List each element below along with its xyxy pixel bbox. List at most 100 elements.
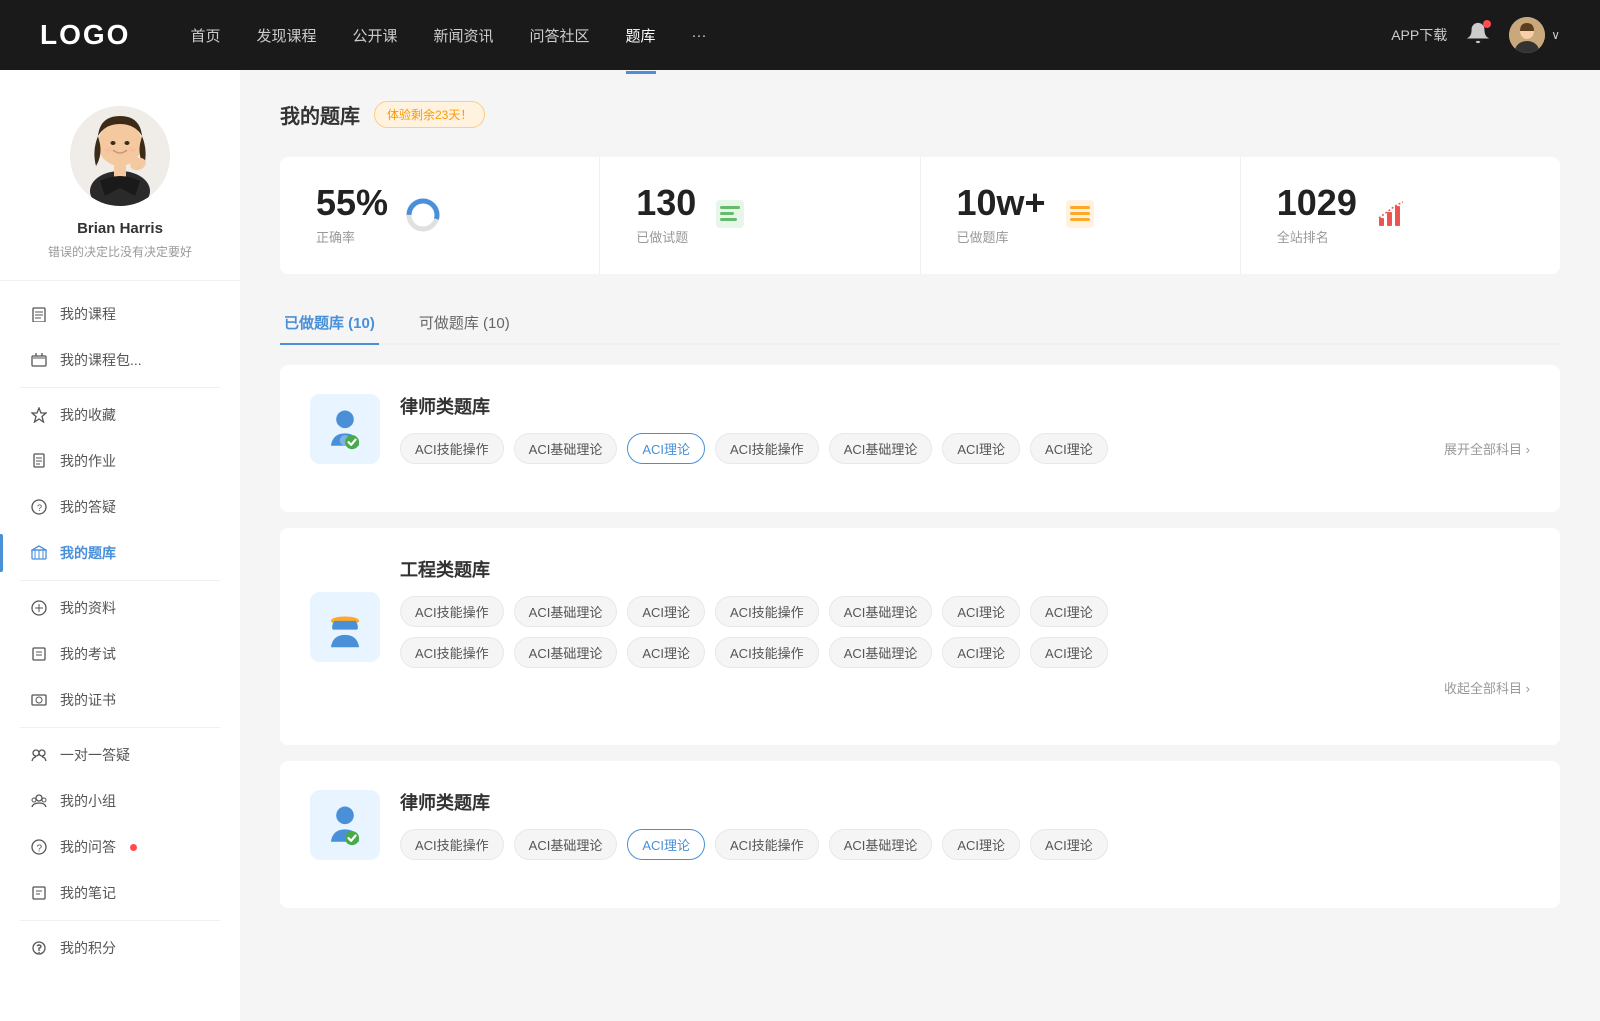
tag-2-r2-4[interactable]: ACI基础理论	[829, 637, 933, 668]
expand-link-1[interactable]: 展开全部科目 ›	[1444, 439, 1530, 458]
question-icon: ?	[30, 838, 48, 856]
tag-3-6[interactable]: ACI理论	[1030, 829, 1108, 860]
profile-bio: 错误的决定比没有决定要好	[48, 243, 192, 260]
nav-bank[interactable]: 题库	[626, 21, 656, 50]
tag-2-r2-1[interactable]: ACI基础理论	[514, 637, 618, 668]
page-header: 我的题库 体验剩余23天！	[280, 100, 1560, 129]
stat-correct-rate: 55% 正确率	[280, 157, 600, 274]
tag-1-5[interactable]: ACI理论	[942, 433, 1020, 464]
bank-section-lawyer-2: 律师类题库 ACI技能操作 ACI基础理论 ACI理论 ACI技能操作 ACI基…	[280, 761, 1560, 908]
user-avatar	[1509, 17, 1545, 53]
stat-done-q-label: 已做试题	[636, 227, 696, 246]
nav-discover[interactable]: 发现课程	[256, 21, 316, 50]
tag-1-1[interactable]: ACI基础理论	[514, 433, 618, 464]
menu-label-homework: 我的作业	[60, 451, 116, 471]
tag-1-3[interactable]: ACI技能操作	[715, 433, 819, 464]
menu-item-group[interactable]: 我的小组	[0, 778, 240, 824]
main-content: 我的题库 体验剩余23天！ 55% 正确率	[240, 70, 1600, 1021]
navbar-right: APP下载 ∨	[1391, 17, 1560, 53]
stat-done-b-number: 10w+	[957, 185, 1046, 221]
menu-item-homework[interactable]: 我的作业	[0, 438, 240, 484]
tab-done[interactable]: 已做题库 (10)	[280, 302, 379, 343]
menu-item-data[interactable]: 我的资料	[0, 585, 240, 631]
nav-news[interactable]: 新闻资讯	[434, 21, 494, 50]
tag-3-2[interactable]: ACI理论	[627, 829, 705, 860]
sidebar: Brian Harris 错误的决定比没有决定要好 我的课程 我的课程包...	[0, 70, 240, 1021]
tag-2-r2-2[interactable]: ACI理论	[627, 637, 705, 668]
notification-bell[interactable]	[1467, 22, 1489, 49]
tag-2-2[interactable]: ACI理论	[627, 596, 705, 627]
tag-1-6[interactable]: ACI理论	[1030, 433, 1108, 464]
course-icon	[30, 305, 48, 323]
tag-2-1[interactable]: ACI基础理论	[514, 596, 618, 627]
points-icon	[30, 939, 48, 957]
user-avatar-wrap[interactable]: ∨	[1509, 17, 1560, 53]
nav-qa[interactable]: 问答社区	[530, 21, 590, 50]
tag-2-6[interactable]: ACI理论	[1030, 596, 1108, 627]
bank-avatar-lawyer-2	[310, 790, 380, 860]
tag-1-0[interactable]: ACI技能操作	[400, 433, 504, 464]
tag-2-r2-6[interactable]: ACI理论	[1030, 637, 1108, 668]
app-download-btn[interactable]: APP下载	[1391, 25, 1447, 45]
page-wrap: Brian Harris 错误的决定比没有决定要好 我的课程 我的课程包...	[0, 0, 1600, 1021]
group-icon	[30, 792, 48, 810]
tag-2-r2-3[interactable]: ACI技能操作	[715, 637, 819, 668]
tag-2-4[interactable]: ACI基础理论	[829, 596, 933, 627]
bank-tags-3: ACI技能操作 ACI基础理论 ACI理论 ACI技能操作 ACI基础理论 AC…	[400, 829, 1530, 860]
stats-row: 55% 正确率 130 已做试题	[280, 157, 1560, 274]
tag-2-r2-0[interactable]: ACI技能操作	[400, 637, 504, 668]
tag-3-3[interactable]: ACI技能操作	[715, 829, 819, 860]
note-green-icon	[712, 196, 752, 236]
menu-item-points[interactable]: 我的积分	[0, 925, 240, 971]
menu-divider-3	[20, 727, 220, 728]
tag-2-5[interactable]: ACI理论	[942, 596, 1020, 627]
tag-1-2[interactable]: ACI理论	[627, 433, 705, 464]
menu-label-points: 我的积分	[60, 938, 116, 958]
menu-item-note[interactable]: 我的笔记	[0, 870, 240, 916]
menu-item-course[interactable]: 我的课程	[0, 291, 240, 337]
note-icon	[30, 884, 48, 902]
tag-2-r2-5[interactable]: ACI理论	[942, 637, 1020, 668]
stat-done-banks: 10w+ 已做题库	[921, 157, 1241, 274]
menu-label-question: 我的问答	[60, 837, 116, 857]
menu-item-question[interactable]: ? 我的问答	[0, 824, 240, 870]
nav-open-course[interactable]: 公开课	[352, 21, 397, 50]
collapse-link[interactable]: 收起全部科目 ›	[1444, 678, 1530, 697]
user-dropdown-chevron: ∨	[1551, 28, 1560, 42]
tag-3-1[interactable]: ACI基础理论	[514, 829, 618, 860]
nav-more[interactable]: ···	[692, 23, 707, 48]
logo[interactable]: LOGO	[40, 19, 130, 51]
bank-tags-1: ACI技能操作 ACI基础理论 ACI理论 ACI技能操作 ACI基础理论 AC…	[400, 433, 1530, 464]
menu-item-package[interactable]: 我的课程包...	[0, 337, 240, 383]
tag-3-0[interactable]: ACI技能操作	[400, 829, 504, 860]
stat-ranking: 1029 全站排名	[1241, 157, 1560, 274]
menu-label-exam: 我的考试	[60, 644, 116, 664]
tag-2-3[interactable]: ACI技能操作	[715, 596, 819, 627]
menu-item-collection[interactable]: 我的收藏	[0, 392, 240, 438]
menu-label-note: 我的笔记	[60, 883, 116, 903]
tag-2-0[interactable]: ACI技能操作	[400, 596, 504, 627]
menu-item-bank[interactable]: 我的题库	[0, 530, 240, 576]
profile-avatar[interactable]	[70, 106, 170, 206]
bank-section-engineer: 工程类题库 ACI技能操作 ACI基础理论 ACI理论 ACI技能操作 ACI基…	[280, 528, 1560, 745]
menu-label-collection: 我的收藏	[60, 405, 116, 425]
nav-home[interactable]: 首页	[190, 21, 220, 50]
tag-3-5[interactable]: ACI理论	[942, 829, 1020, 860]
tab-available[interactable]: 可做题库 (10)	[415, 302, 514, 343]
menu-item-one-one[interactable]: 一对一答疑	[0, 732, 240, 778]
menu-label-group: 我的小组	[60, 791, 116, 811]
tag-1-4[interactable]: ACI基础理论	[829, 433, 933, 464]
pie-chart-icon	[404, 196, 444, 236]
bank-header-1: 律师类题库 ACI技能操作 ACI基础理论 ACI理论 ACI技能操作 ACI基…	[310, 393, 1530, 464]
menu-label-qa: 我的答疑	[60, 497, 116, 517]
svg-text:?: ?	[37, 844, 43, 855]
menu-item-qa[interactable]: ? 我的答疑	[0, 484, 240, 530]
menu-label-cert: 我的证书	[60, 690, 116, 710]
homework-icon	[30, 452, 48, 470]
list-orange-icon	[1062, 196, 1102, 236]
menu-item-cert[interactable]: 我的证书	[0, 677, 240, 723]
menu-label-one-one: 一对一答疑	[60, 745, 130, 765]
tag-3-4[interactable]: ACI基础理论	[829, 829, 933, 860]
menu-item-exam[interactable]: 我的考试	[0, 631, 240, 677]
package-icon	[30, 351, 48, 369]
